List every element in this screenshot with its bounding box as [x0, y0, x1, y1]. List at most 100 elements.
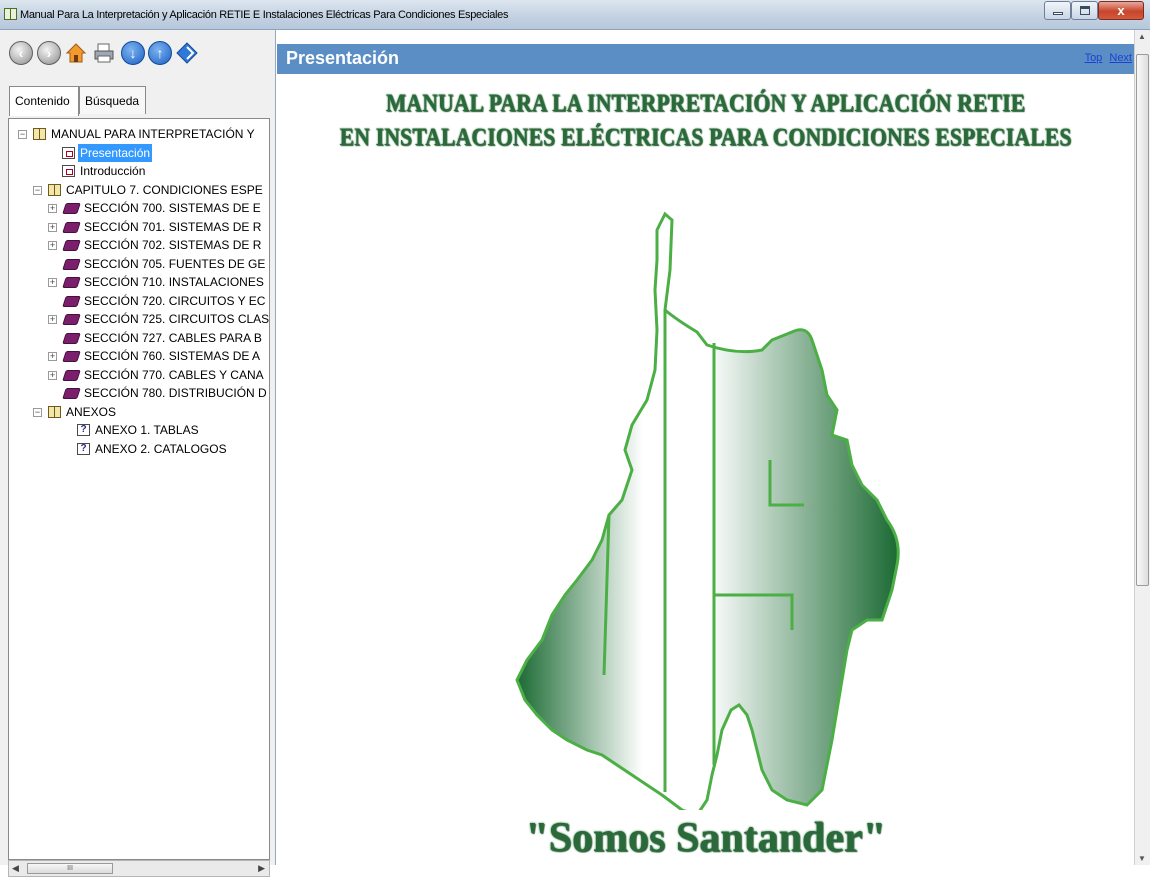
expand-icon[interactable]: + [48, 370, 57, 380]
tree-node-section[interactable]: SECCIÓN 780. DISTRIBUCIÓN D [9, 384, 269, 403]
expand-icon[interactable]: + [48, 241, 57, 250]
tree-node-section[interactable]: + SECCIÓN 760. SISTEMAS DE A [9, 347, 269, 366]
forward-icon[interactable]: › [37, 41, 61, 65]
tree-node-capitulo[interactable]: − CAPITULO 7. CONDICIONES ESPE [9, 181, 269, 200]
tree-node-label: SECCIÓN 725. CIRCUITOS CLAS [84, 312, 270, 326]
maximize-icon [1080, 6, 1090, 15]
help-topic-icon: ? [77, 424, 90, 436]
book-icon [4, 8, 17, 20]
tree-node-label: SECCIÓN 780. DISTRIBUCIÓN D [84, 386, 267, 400]
tree-node-introduccion[interactable]: Introducción [9, 162, 269, 181]
tree-node-label: CAPITULO 7. CONDICIONES ESPE [66, 182, 263, 197]
tree-node-label: SECCIÓN 760. SISTEMAS DE A [84, 349, 261, 363]
collapse-icon[interactable]: − [18, 130, 27, 139]
closed-book-icon [62, 314, 81, 325]
back-icon[interactable]: ‹ [9, 41, 33, 65]
page-title: Presentación [286, 48, 400, 68]
open-book-icon [48, 405, 61, 418]
next-link[interactable]: Next [1109, 52, 1132, 64]
content-pane: Presentación Top Next MANUAL PARA LA INT… [277, 30, 1150, 865]
motto-text: "Somos Santander" [525, 815, 886, 861]
expand-icon[interactable]: + [48, 315, 57, 324]
scroll-left-icon[interactable]: ◀ [12, 861, 19, 876]
tree-node-label: SECCIÓN 770. CABLES Y CANA [84, 367, 264, 382]
expand-icon[interactable]: + [48, 222, 57, 232]
closed-book-icon [62, 221, 81, 233]
banner-line-2: EN INSTALACIONES ELÉCTRICAS PARA CONDICI… [339, 124, 1072, 151]
collapse-icon[interactable]: − [33, 407, 42, 417]
vertical-scrollbar[interactable]: ▲ ▼ [1134, 30, 1150, 865]
tree-node-section[interactable]: + SECCIÓN 770. CABLES Y CANA [9, 366, 269, 385]
down-icon[interactable]: ↓ [121, 41, 145, 65]
close-icon: x [1117, 3, 1125, 18]
tree-node-label: ANEXO 2. CATALOGOS [95, 441, 227, 456]
manual-banner: MANUAL PARA LA INTERPRETACIÓN Y APLICACI… [337, 87, 1074, 155]
tree-node-anexos[interactable]: − ANEXOS [9, 403, 269, 422]
tree-node-root[interactable]: − MANUAL PARA INTERPRETACIÓN Y [9, 125, 269, 144]
page-icon [62, 165, 75, 177]
tree-node-section[interactable]: SECCIÓN 727. CABLES PARA B [9, 329, 269, 348]
closed-book-icon [62, 258, 81, 270]
horizontal-scrollbar[interactable]: ◀ III ▶ [8, 860, 270, 877]
open-book-icon [33, 128, 46, 140]
tab-search[interactable]: Búsqueda [79, 86, 146, 114]
tree-node-label: SECCIÓN 702. SISTEMAS DE R [84, 238, 262, 252]
closed-book-icon [62, 369, 81, 381]
closed-book-icon [62, 351, 81, 362]
tree-node-section[interactable]: + SECCIÓN 701. SISTEMAS DE R [9, 218, 269, 237]
tree-node-label: SECCIÓN 720. CIRCUITOS Y EC [84, 293, 266, 308]
tree-node-presentacion[interactable]: Presentación [9, 143, 269, 163]
page-icon [62, 146, 75, 159]
tree-node-label: SECCIÓN 700. SISTEMAS DE E [84, 201, 261, 215]
tree-node-anexo-1[interactable]: ? ANEXO 1. TABLAS [9, 421, 269, 440]
scrollbar-thumb[interactable] [1136, 54, 1149, 586]
tab-contents[interactable]: Contenido [9, 86, 79, 116]
tree-node-section[interactable]: + SECCIÓN 700. SISTEMAS DE E [9, 199, 269, 218]
home-icon[interactable] [64, 41, 88, 65]
tree-node-section[interactable]: + SECCIÓN 725. CIRCUITOS CLAS [9, 310, 270, 329]
scroll-down-icon[interactable]: ▼ [1138, 854, 1146, 863]
map-outline [515, 211, 900, 810]
title-bar: Manual Para La Interpretación y Aplicaci… [0, 0, 1150, 30]
open-book-icon [48, 183, 61, 196]
scroll-up-icon[interactable]: ▲ [1138, 32, 1146, 41]
collapse-icon[interactable]: − [33, 185, 42, 195]
minimize-button[interactable] [1044, 1, 1071, 20]
tree-node-label: SECCIÓN 727. CABLES PARA B [84, 330, 262, 345]
santander-map-logo [515, 211, 900, 810]
tree-node-section[interactable]: + SECCIÓN 702. SISTEMAS DE R [9, 236, 269, 255]
print-icon[interactable] [92, 41, 116, 65]
options-icon[interactable] [175, 41, 199, 65]
tree-node-label: SECCIÓN 701. SISTEMAS DE R [84, 219, 262, 234]
tree-node-section[interactable]: SECCIÓN 705. FUENTES DE GE [9, 255, 269, 274]
closed-book-icon [62, 295, 81, 307]
window-title: Manual Para La Interpretación y Aplicaci… [20, 9, 509, 21]
tree-node-label: ANEXOS [66, 404, 117, 419]
closed-book-icon [62, 277, 81, 288]
navigation-pane: ‹ › ↓ ↑ Contenido Búsqueda − MANUAL PARA… [0, 30, 276, 877]
top-link[interactable]: Top [1085, 52, 1103, 64]
up-icon[interactable]: ↑ [148, 41, 172, 65]
tree-node-label: Introducción [80, 164, 146, 178]
tree-node-label: MANUAL PARA INTERPRETACIÓN Y [51, 127, 255, 141]
closed-book-icon [62, 388, 81, 399]
expand-icon[interactable]: + [48, 352, 57, 361]
close-button[interactable]: x [1098, 1, 1144, 20]
closed-book-icon [62, 332, 81, 344]
closed-book-icon [62, 203, 81, 214]
toolbar: ‹ › ↓ ↑ [0, 30, 276, 82]
minimize-icon [1053, 12, 1063, 15]
tree-node-section[interactable]: SECCIÓN 720. CIRCUITOS Y EC [9, 292, 269, 311]
topic-header: Presentación Top Next [277, 44, 1134, 74]
closed-book-icon [62, 240, 81, 251]
tree-node-label: ANEXO 1. TABLAS [95, 423, 199, 437]
expand-icon[interactable]: + [48, 204, 57, 213]
help-topic-icon: ? [77, 442, 90, 455]
banner-line-1: MANUAL PARA LA INTERPRETACIÓN Y APLICACI… [385, 90, 1026, 117]
tree-node-anexo-2[interactable]: ? ANEXO 2. CATALOGOS [9, 440, 269, 459]
tree-node-section[interactable]: + SECCIÓN 710. INSTALACIONES [9, 273, 269, 292]
scroll-right-icon[interactable]: ▶ [258, 861, 265, 876]
expand-icon[interactable]: + [48, 278, 57, 287]
maximize-button[interactable] [1071, 1, 1098, 20]
contents-tree: − MANUAL PARA INTERPRETACIÓN Y Presentac… [8, 118, 270, 860]
